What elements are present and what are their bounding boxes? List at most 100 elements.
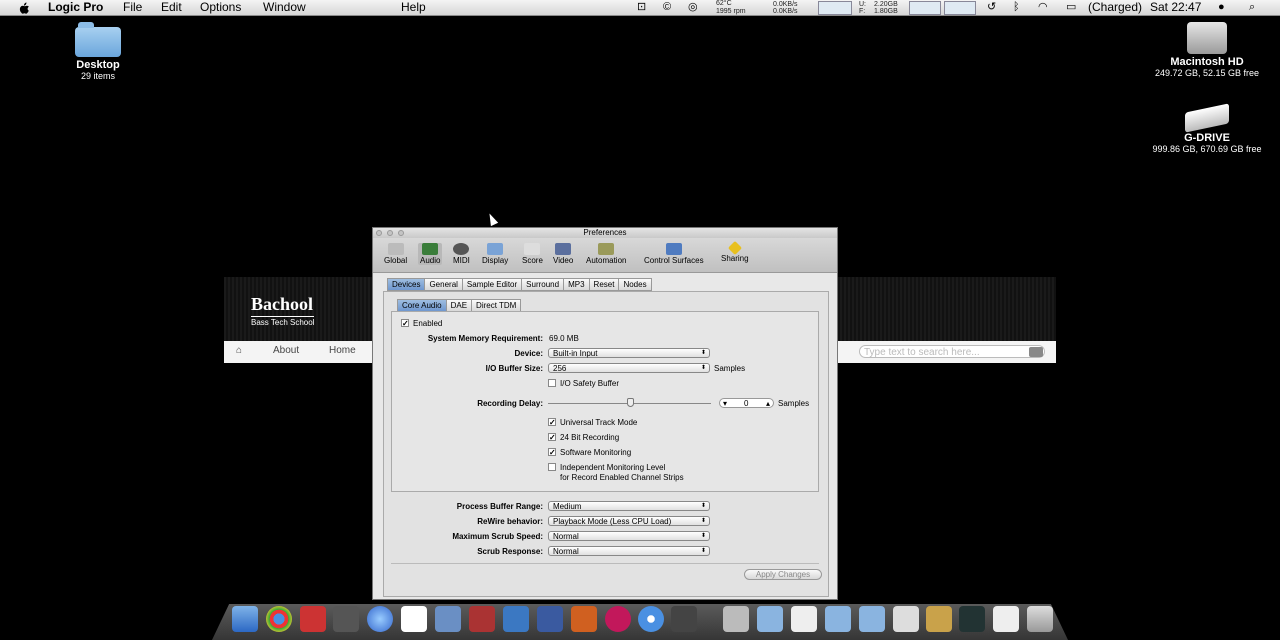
app-menu[interactable]: Logic Pro: [48, 0, 103, 15]
menu-edit[interactable]: Edit: [161, 0, 182, 15]
menu-options[interactable]: Options: [200, 0, 241, 15]
applications-icon[interactable]: [723, 606, 749, 632]
scrub-response-select[interactable]: Normal ⬍: [548, 546, 710, 556]
bluetooth-icon[interactable]: ᛒ: [1013, 0, 1020, 15]
safety-buffer-checkbox[interactable]: [548, 379, 556, 387]
apple-icon[interactable]: [17, 1, 31, 15]
tab-sample-editor[interactable]: Sample Editor: [461, 278, 523, 291]
toolbar-midi[interactable]: MIDI: [453, 243, 470, 265]
toolbar-control-surfaces-label: Control Surfaces: [644, 256, 704, 265]
software-monitoring-checkbox[interactable]: [548, 448, 556, 456]
notes-icon[interactable]: [926, 606, 952, 632]
bit24-checkbox[interactable]: [548, 433, 556, 441]
rewire-value: Playback Mode (Less CPU Load): [553, 517, 672, 526]
creative-cloud-icon[interactable]: [605, 606, 631, 632]
delay-value: 0: [744, 399, 749, 408]
menu-window[interactable]: Window: [263, 0, 306, 15]
site-search-input[interactable]: Type text to search here...: [859, 345, 1045, 358]
safari-icon[interactable]: [638, 606, 664, 632]
toolbar-video[interactable]: Video: [553, 243, 573, 265]
chrome-icon[interactable]: [266, 606, 292, 632]
spotlight-icon[interactable]: ⌕: [1249, 0, 1255, 15]
app-icon[interactable]: [469, 606, 495, 632]
tab-general[interactable]: General: [424, 278, 463, 291]
window-titlebar[interactable]: Preferences: [373, 228, 837, 238]
toolbar-display[interactable]: Display: [482, 243, 508, 265]
wifi-icon[interactable]: ◠: [1038, 0, 1048, 15]
word-icon[interactable]: [537, 606, 563, 632]
apply-changes-button[interactable]: Apply Changes: [744, 569, 822, 580]
menu-bar: Logic Pro File Edit Options Window Help …: [0, 0, 1280, 16]
preview-icon[interactable]: [435, 606, 461, 632]
zoom-button[interactable]: [398, 230, 404, 236]
site-search-button[interactable]: [1029, 347, 1043, 357]
macintosh-hd[interactable]: Macintosh HD 249.72 GB, 52.15 GB free: [1146, 22, 1268, 78]
toolbar-automation[interactable]: Automation: [586, 243, 626, 265]
finder-icon[interactable]: [232, 606, 258, 632]
creative-cloud-icon[interactable]: ©: [663, 0, 671, 15]
nav-home[interactable]: Home: [329, 345, 356, 356]
toolbar-audio[interactable]: Audio: [418, 243, 443, 265]
site-brand[interactable]: Bachool: [251, 294, 313, 315]
tab-mp3[interactable]: MP3: [563, 278, 590, 291]
battery-status[interactable]: (Charged): [1088, 0, 1142, 15]
logic-icon[interactable]: [333, 606, 359, 632]
tab-surround[interactable]: Surround: [521, 278, 565, 291]
minimize-button[interactable]: [387, 230, 393, 236]
tab-nodes[interactable]: Nodes: [618, 278, 652, 291]
delay-slider-knob[interactable]: [626, 398, 634, 407]
powerpoint-icon[interactable]: [571, 606, 597, 632]
battery-icon[interactable]: ▭: [1066, 0, 1076, 15]
tab-reset[interactable]: Reset: [588, 278, 620, 291]
folder-stack-icon[interactable]: [859, 606, 885, 632]
independent-monitoring-checkbox[interactable]: [548, 463, 556, 471]
hard-drive-icon: [1187, 22, 1227, 54]
scrub-speed-select[interactable]: Normal ⬍: [548, 531, 710, 541]
g-drive[interactable]: G-DRIVE 999.86 GB, 670.69 GB free: [1146, 100, 1268, 154]
home-folder-icon[interactable]: [893, 606, 919, 632]
sensor-icon[interactable]: ◎: [688, 0, 698, 15]
photo-booth-icon[interactable]: [671, 606, 697, 632]
increment-icon[interactable]: ▴: [766, 399, 770, 408]
close-button[interactable]: [376, 230, 382, 236]
subtabs: Core Audio DAE Direct TDM: [397, 299, 522, 312]
toolbar-sharing[interactable]: Sharing: [721, 240, 749, 263]
menu-file[interactable]: File: [123, 0, 142, 15]
app-store-icon[interactable]: [503, 606, 529, 632]
rewire-select[interactable]: Playback Mode (Less CPU Load) ⬍: [548, 516, 710, 526]
tab-devices[interactable]: Devices: [387, 278, 426, 291]
clock[interactable]: Sat 22:47: [1150, 0, 1201, 15]
toolbar-score[interactable]: Score: [522, 243, 543, 265]
chevron-updown-icon: ⬍: [700, 503, 706, 509]
ical-icon[interactable]: [401, 606, 427, 632]
delay-stepper[interactable]: ▾ 0 ▴: [719, 398, 774, 408]
trash-icon[interactable]: [1027, 606, 1053, 632]
user-icon[interactable]: ●: [1218, 0, 1225, 15]
home-icon[interactable]: ⌂: [236, 345, 242, 356]
activity-monitor-icon[interactable]: [959, 606, 985, 632]
buffer-select[interactable]: 256 ⬍: [548, 363, 710, 373]
process-buffer-select[interactable]: Medium ⬍: [548, 501, 710, 511]
screen-record-icon[interactable]: ⊡: [637, 0, 646, 15]
decrement-icon[interactable]: ▾: [723, 399, 727, 408]
toolbar-control-surfaces[interactable]: Control Surfaces: [644, 243, 704, 265]
toolbar-global[interactable]: Global: [384, 243, 407, 265]
device-select[interactable]: Built-in Input ⬍: [548, 348, 710, 358]
menu-help[interactable]: Help: [401, 0, 426, 15]
toolbar-midi-label: MIDI: [453, 256, 470, 265]
documents-folder-icon[interactable]: [757, 606, 783, 632]
document-icon[interactable]: [791, 606, 817, 632]
enabled-checkbox[interactable]: [401, 319, 409, 327]
time-machine-icon[interactable]: ↺: [987, 0, 996, 15]
device-value: Built-in Input: [553, 349, 598, 358]
buffer-unit: Samples: [714, 364, 746, 373]
independent-monitoring-sub: for Record Enabled Channel Strips: [560, 473, 684, 482]
cubase-icon[interactable]: [300, 606, 326, 632]
file-icon[interactable]: [993, 606, 1019, 632]
memory-value: 69.0 MB: [549, 334, 579, 343]
universal-track-checkbox[interactable]: [548, 418, 556, 426]
desktop-folder[interactable]: Desktop 29 items: [60, 22, 136, 81]
nav-about[interactable]: About: [273, 345, 299, 356]
downloads-folder-icon[interactable]: [825, 606, 851, 632]
itunes-icon[interactable]: [367, 606, 393, 632]
